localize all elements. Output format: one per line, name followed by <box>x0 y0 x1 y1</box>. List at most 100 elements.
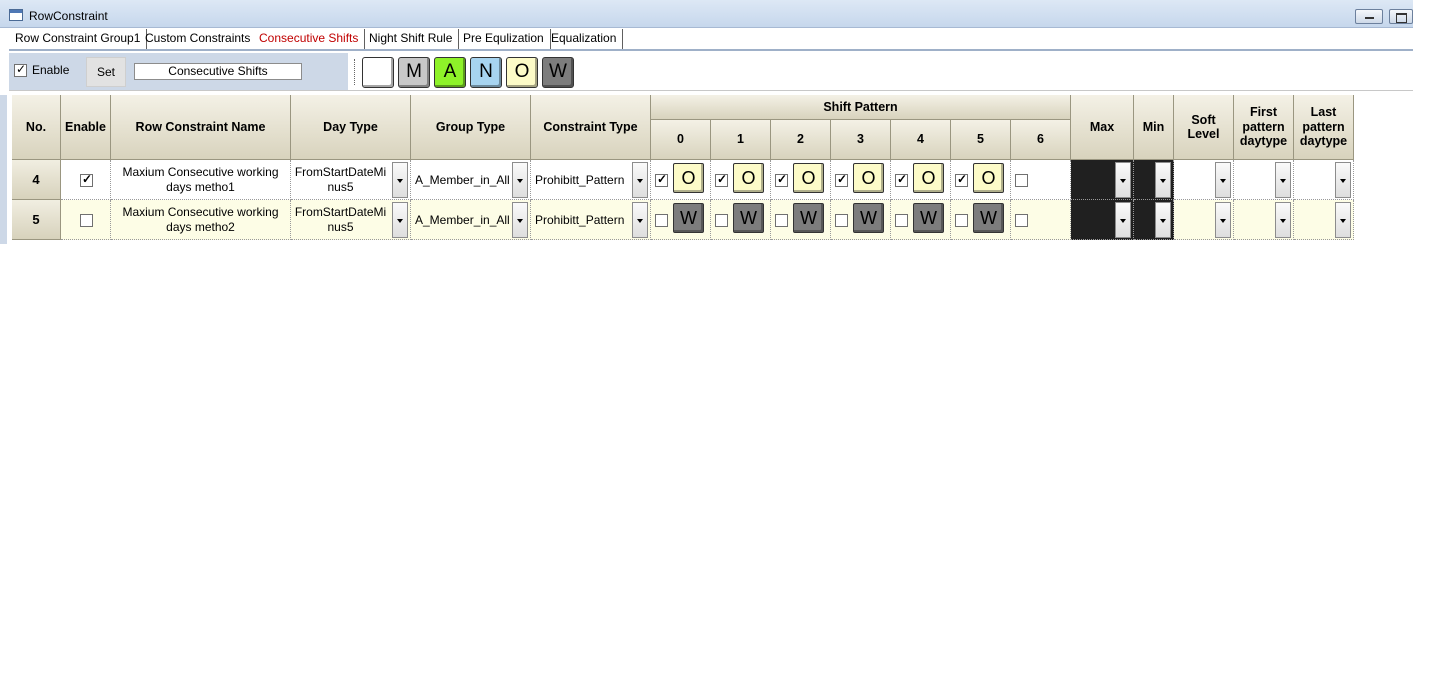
last-pattern-daytype-cell[interactable] <box>1294 200 1354 240</box>
pattern-checkbox[interactable] <box>775 214 788 227</box>
pattern-cell-3[interactable]: W <box>831 200 891 240</box>
pattern-checkbox[interactable] <box>955 214 968 227</box>
max-cell[interactable] <box>1071 200 1134 240</box>
tab-row-constraint-group1[interactable]: Row Constraint Group1 <box>9 29 148 49</box>
pattern-shift-o[interactable]: O <box>793 163 824 193</box>
shift-button-o[interactable]: O <box>506 57 538 88</box>
shift-button-n[interactable]: N <box>470 57 502 88</box>
min-cell[interactable] <box>1134 200 1174 240</box>
first-pattern-daytype-dropdown[interactable] <box>1275 202 1291 238</box>
day-type-dropdown[interactable] <box>392 162 408 198</box>
pattern-shift-w[interactable]: W <box>733 203 764 233</box>
group-type-dropdown[interactable] <box>512 202 528 238</box>
pattern-shift-w[interactable]: W <box>913 203 944 233</box>
day-type-cell[interactable]: FromStartDateMinus5 <box>291 200 411 240</box>
min-dropdown[interactable] <box>1155 162 1171 198</box>
pattern-checkbox[interactable] <box>1015 214 1028 227</box>
shift-button-m[interactable]: M <box>398 57 430 88</box>
constraint-type-value: Prohibitt_Pattern <box>535 172 625 187</box>
soft-level-dropdown[interactable] <box>1215 162 1231 198</box>
day-type-dropdown[interactable] <box>392 202 408 238</box>
pattern-cell-4[interactable]: O <box>891 160 951 200</box>
pattern-cell-3[interactable]: O <box>831 160 891 200</box>
pattern-checkbox[interactable] <box>835 172 848 187</box>
pattern-shift-o[interactable]: O <box>853 163 884 193</box>
shift-button-a[interactable]: A <box>434 57 466 88</box>
max-dropdown[interactable] <box>1115 202 1131 238</box>
header-soft-level: Soft Level <box>1174 95 1234 160</box>
min-cell[interactable] <box>1134 160 1174 200</box>
row-enable-checkbox[interactable] <box>80 172 93 187</box>
pattern-checkbox[interactable] <box>715 172 728 187</box>
constraint-type-dropdown[interactable] <box>632 202 648 238</box>
min-dropdown[interactable] <box>1155 202 1171 238</box>
pattern-checkbox[interactable] <box>775 172 788 187</box>
pattern-cell-0[interactable]: W <box>651 200 711 240</box>
group-type-cell[interactable]: A_Member_in_All <box>411 160 531 200</box>
enable-label: Enable <box>32 63 70 77</box>
pattern-cell-6[interactable] <box>1011 160 1071 200</box>
pattern-cell-1[interactable]: O <box>711 160 771 200</box>
enable-checkbox[interactable] <box>14 62 27 77</box>
pattern-shift-w[interactable]: W <box>673 203 704 233</box>
pattern-cell-5[interactable]: W <box>951 200 1011 240</box>
first-pattern-daytype-cell[interactable] <box>1234 160 1294 200</box>
last-pattern-daytype-cell[interactable] <box>1294 160 1354 200</box>
pattern-cell-2[interactable]: W <box>771 200 831 240</box>
max-dropdown[interactable] <box>1115 162 1131 198</box>
pattern-checkbox[interactable] <box>955 172 968 187</box>
tab-custom-constraints[interactable]: Custom Constraints <box>139 29 258 49</box>
minimize-button[interactable] <box>1355 9 1383 24</box>
toolbar-settings-panel: Enable Set Consecutive Shifts <box>9 53 348 90</box>
pattern-checkbox[interactable] <box>655 172 668 187</box>
shift-button-w[interactable]: W <box>542 57 574 88</box>
shift-button-blank[interactable] <box>362 57 394 88</box>
soft-level-cell[interactable] <box>1174 160 1234 200</box>
tab-consecutive-shifts[interactable]: Consecutive Shifts <box>253 29 366 49</box>
pattern-shift-o[interactable]: O <box>733 163 764 193</box>
tab-pre-equlization[interactable]: Pre Equlization <box>457 29 551 49</box>
pattern-checkbox[interactable] <box>895 172 908 187</box>
pattern-checkbox[interactable] <box>715 214 728 227</box>
tab-night-shift-rule[interactable]: Night Shift Rule <box>363 29 460 49</box>
max-cell[interactable] <box>1071 160 1134 200</box>
pattern-shift-w[interactable]: W <box>793 203 824 233</box>
pattern-cell-1[interactable]: W <box>711 200 771 240</box>
header-pattern-5: 5 <box>951 120 1011 160</box>
header-pattern-2: 2 <box>771 120 831 160</box>
pattern-shift-w[interactable]: W <box>853 203 884 233</box>
row-enable-checkbox[interactable] <box>80 214 93 227</box>
tab-equalization[interactable]: Equalization <box>545 29 624 49</box>
pattern-cell-5[interactable]: O <box>951 160 1011 200</box>
group-type-cell[interactable]: A_Member_in_All <box>411 200 531 240</box>
pattern-shift-o[interactable]: O <box>673 163 704 193</box>
pattern-cell-2[interactable]: O <box>771 160 831 200</box>
constraint-name-input[interactable]: Consecutive Shifts <box>134 63 302 80</box>
maximize-button[interactable] <box>1389 9 1413 24</box>
row-constraint-name-cell[interactable]: Maxium Consecutive working days metho2 <box>111 200 291 240</box>
header-pattern-1: 1 <box>711 120 771 160</box>
first-pattern-daytype-cell[interactable] <box>1234 200 1294 240</box>
constraint-type-cell[interactable]: Prohibitt_Pattern <box>531 160 651 200</box>
pattern-checkbox[interactable] <box>655 214 668 227</box>
row-constraint-name-cell[interactable]: Maxium Consecutive working days metho1 <box>111 160 291 200</box>
pattern-checkbox[interactable] <box>835 214 848 227</box>
last-pattern-daytype-dropdown[interactable] <box>1335 162 1351 198</box>
pattern-shift-o[interactable]: O <box>913 163 944 193</box>
pattern-cell-6[interactable] <box>1011 200 1071 240</box>
constraint-type-cell[interactable]: Prohibitt_Pattern <box>531 200 651 240</box>
pattern-checkbox[interactable] <box>1015 174 1028 187</box>
pattern-shift-w[interactable]: W <box>973 203 1004 233</box>
last-pattern-daytype-dropdown[interactable] <box>1335 202 1351 238</box>
set-button[interactable]: Set <box>86 57 126 87</box>
pattern-checkbox[interactable] <box>895 214 908 227</box>
group-type-dropdown[interactable] <box>512 162 528 198</box>
pattern-cell-0[interactable]: O <box>651 160 711 200</box>
day-type-cell[interactable]: FromStartDateMinus5 <box>291 160 411 200</box>
soft-level-cell[interactable] <box>1174 200 1234 240</box>
constraint-type-dropdown[interactable] <box>632 162 648 198</box>
pattern-shift-o[interactable]: O <box>973 163 1004 193</box>
first-pattern-daytype-dropdown[interactable] <box>1275 162 1291 198</box>
pattern-cell-4[interactable]: W <box>891 200 951 240</box>
soft-level-dropdown[interactable] <box>1215 202 1231 238</box>
